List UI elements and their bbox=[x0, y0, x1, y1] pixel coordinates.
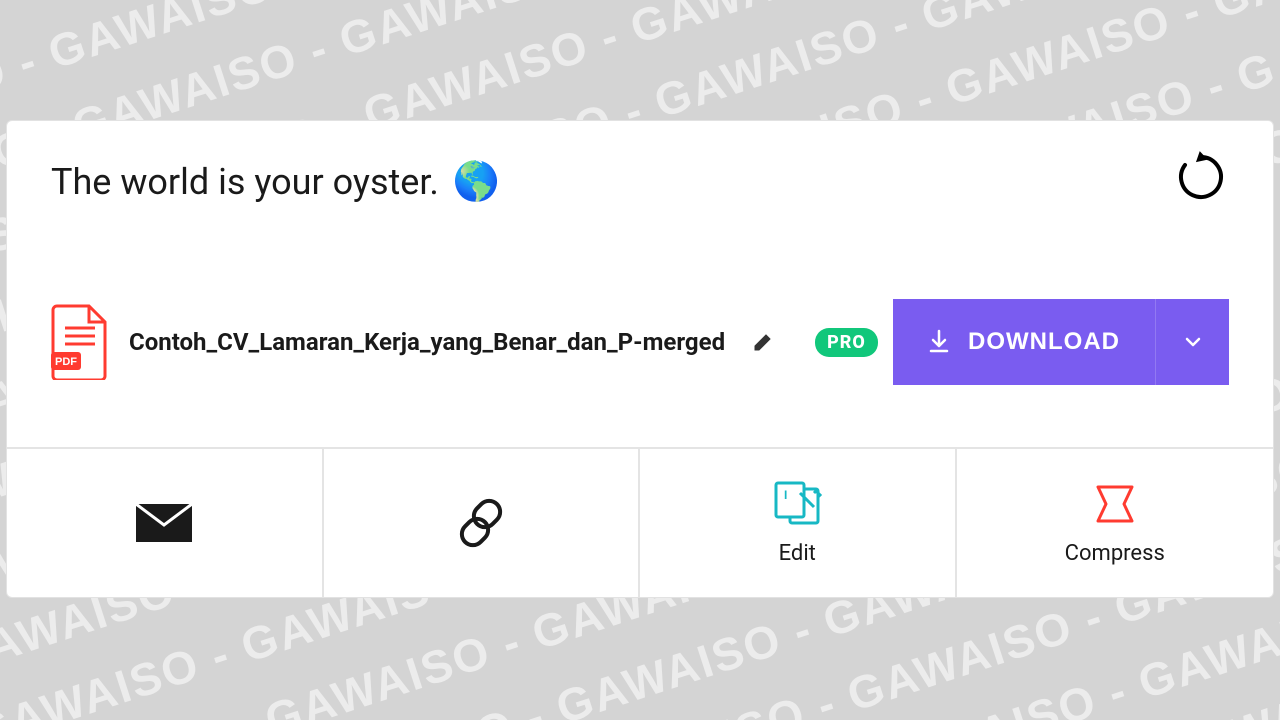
action-compress-label: Compress bbox=[1065, 541, 1165, 566]
globe-icon: 🌎 bbox=[453, 163, 500, 201]
download-group: DOWNLOAD bbox=[893, 299, 1229, 385]
restart-button[interactable] bbox=[1173, 149, 1229, 205]
link-icon bbox=[452, 494, 510, 552]
header-row: The world is your oyster. 🌎 bbox=[7, 121, 1273, 203]
action-compress[interactable]: Compress bbox=[957, 449, 1274, 597]
download-button[interactable]: DOWNLOAD bbox=[893, 299, 1155, 385]
download-options-button[interactable] bbox=[1155, 299, 1229, 385]
pro-badge: PRO bbox=[815, 328, 878, 357]
file-name: Contoh_CV_Lamaran_Kerja_yang_Benar_dan_P… bbox=[129, 328, 725, 356]
svg-text:I: I bbox=[784, 488, 787, 502]
edit-doc-icon: I bbox=[768, 481, 826, 527]
file-row: PDF Contoh_CV_Lamaran_Kerja_yang_Benar_d… bbox=[7, 299, 1273, 385]
title-text: The world is your oyster. bbox=[51, 161, 439, 203]
rename-button[interactable] bbox=[749, 328, 777, 356]
chevron-down-icon bbox=[1183, 332, 1203, 352]
download-icon bbox=[928, 329, 950, 355]
pencil-icon bbox=[752, 331, 774, 353]
action-grid: I Edit Compress bbox=[7, 447, 1273, 597]
result-card: The world is your oyster. 🌎 PDF Contoh_C… bbox=[6, 120, 1274, 598]
pdf-file-icon: PDF bbox=[51, 304, 109, 380]
action-edit-label: Edit bbox=[779, 541, 816, 566]
action-email[interactable] bbox=[7, 449, 324, 597]
download-label: DOWNLOAD bbox=[968, 328, 1120, 356]
restart-icon bbox=[1175, 151, 1227, 203]
compress-icon bbox=[1086, 481, 1144, 527]
action-link[interactable] bbox=[324, 449, 641, 597]
action-edit[interactable]: I Edit bbox=[640, 449, 957, 597]
file-info: PDF Contoh_CV_Lamaran_Kerja_yang_Benar_d… bbox=[51, 304, 893, 380]
svg-text:PDF: PDF bbox=[55, 356, 77, 368]
page-title: The world is your oyster. 🌎 bbox=[51, 161, 1229, 203]
mail-icon bbox=[135, 494, 193, 552]
